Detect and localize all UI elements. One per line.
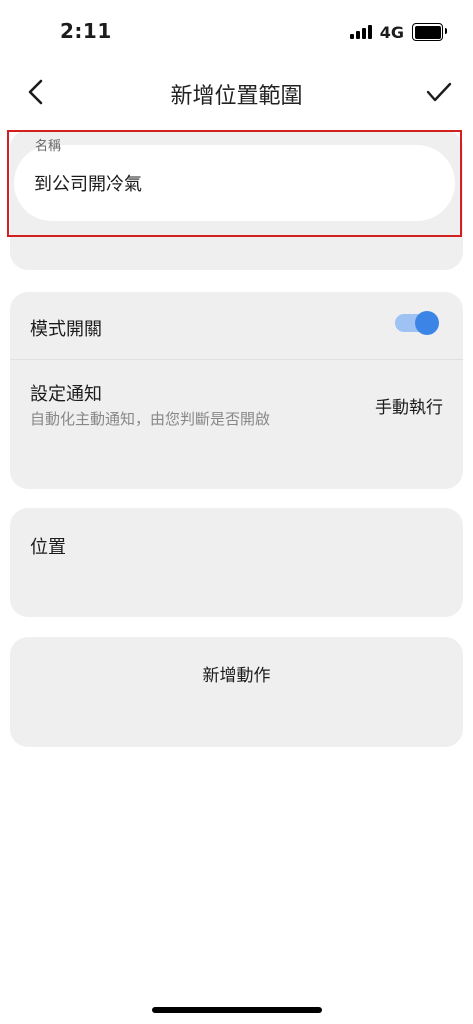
location-label: 位置 — [30, 537, 66, 558]
checkmark-icon — [426, 82, 452, 102]
add-action-card[interactable]: 新增動作 — [10, 637, 463, 747]
page-title: 新增位置範圍 — [170, 84, 303, 109]
mode-toggle[interactable] — [395, 311, 439, 335]
notify-mode-selector[interactable]: 手動執行 — [375, 393, 443, 418]
battery-icon — [412, 23, 447, 41]
status-time: 2:11 — [60, 19, 112, 43]
name-input[interactable]: 到公司開冷氣 — [14, 145, 455, 221]
add-action-button[interactable]: 新增動作 — [10, 661, 463, 686]
notify-title: 設定通知 — [30, 384, 102, 405]
status-indicators: 4G — [349, 22, 447, 42]
home-indicator — [152, 1007, 322, 1013]
mode-switch-row: 模式開關 — [10, 292, 463, 360]
network-type: 4G — [379, 22, 404, 42]
toggle-knob — [415, 311, 439, 335]
navigation-bar: 新增位置範圍 — [0, 64, 473, 120]
settings-card: 模式開關 設定通知 自動化主動通知，由您判斷是否開啟 手動執行 — [10, 292, 463, 489]
name-label: 名稱 — [35, 139, 62, 154]
location-card[interactable]: 位置 — [10, 508, 463, 617]
cellular-signal-icon — [349, 25, 372, 39]
mode-switch-label: 模式開關 — [30, 319, 102, 340]
confirm-button[interactable] — [419, 72, 459, 112]
name-input-value: 到公司開冷氣 — [34, 174, 142, 195]
notify-description: 自動化主動通知，由您判斷是否開啟 — [30, 410, 271, 428]
status-bar: 2:11 4G — [0, 0, 473, 60]
